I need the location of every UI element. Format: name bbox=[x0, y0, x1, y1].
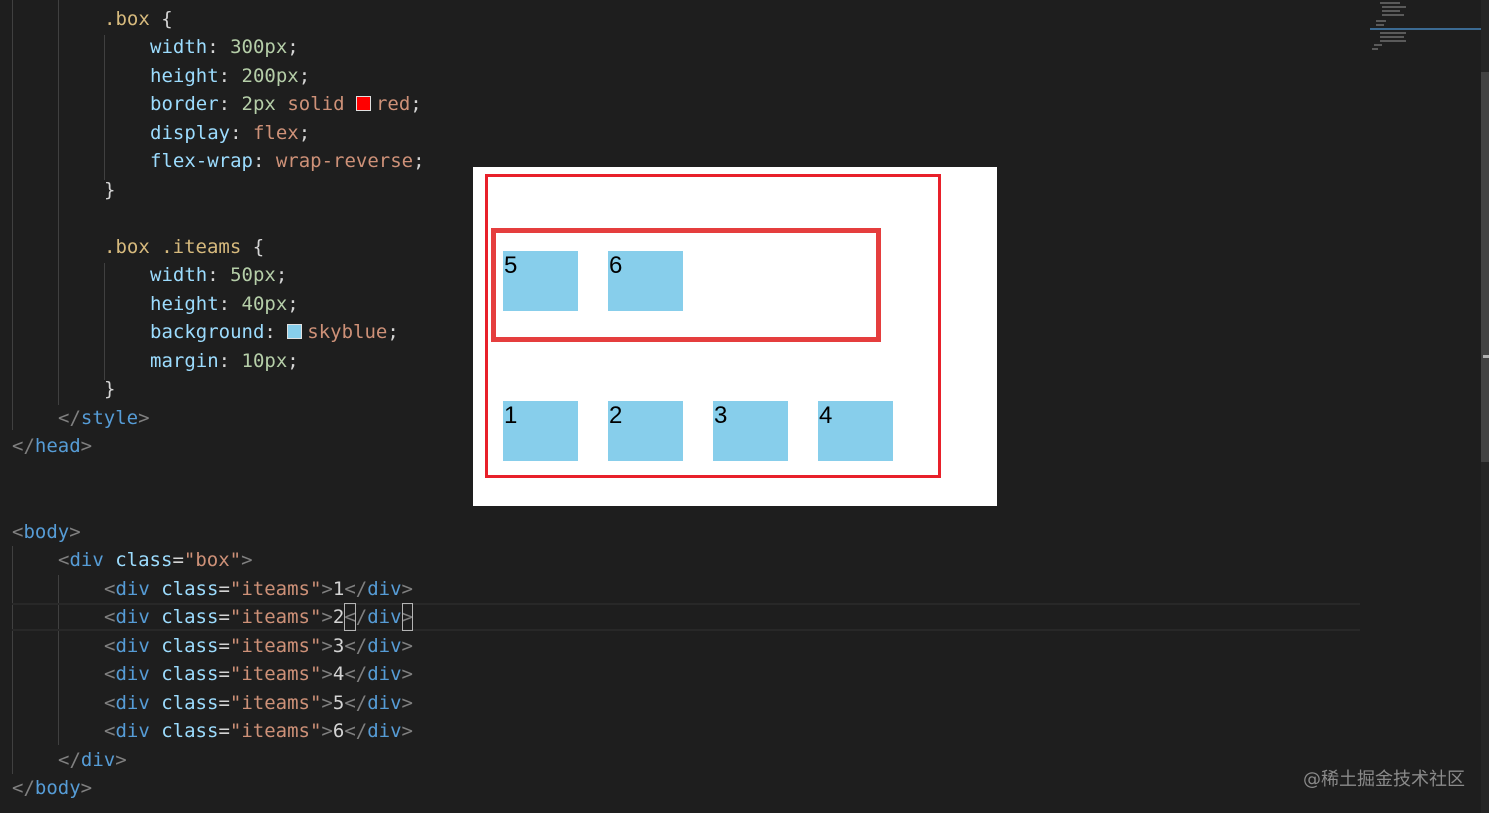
code-line[interactable]: background: skyblue; bbox=[150, 318, 399, 346]
indent-guide bbox=[104, 35, 105, 180]
flex-item: 2 bbox=[608, 401, 683, 461]
flex-item: 4 bbox=[818, 401, 893, 461]
code-line[interactable]: display: flex; bbox=[150, 119, 310, 147]
css-property: display bbox=[150, 122, 231, 144]
css-property: width bbox=[150, 264, 208, 286]
code-line[interactable]: border: 2px solid red; bbox=[150, 90, 422, 118]
brace: { bbox=[252, 236, 265, 258]
flex-item: 5 bbox=[503, 251, 578, 311]
div-text: 6 bbox=[332, 720, 345, 742]
css-property: margin bbox=[150, 350, 219, 372]
code-line[interactable]: } bbox=[104, 375, 115, 403]
css-value: solid bbox=[287, 93, 345, 115]
css-value: 10px bbox=[241, 350, 288, 372]
css-value: 200px bbox=[241, 65, 299, 87]
indent-guide bbox=[12, 0, 13, 430]
brace: { bbox=[161, 8, 173, 30]
code-line[interactable]: .box { bbox=[104, 5, 173, 33]
code-line[interactable]: <div class="iteams">4</div> bbox=[104, 660, 413, 688]
css-property: border bbox=[150, 93, 219, 115]
html-attr: class bbox=[115, 549, 173, 571]
css-property: height bbox=[150, 293, 219, 315]
indent-guide bbox=[58, 0, 59, 405]
code-line[interactable]: .box .iteams { bbox=[104, 233, 264, 261]
div-text: 5 bbox=[332, 692, 345, 714]
code-line[interactable]: <div class="box"> bbox=[58, 546, 253, 574]
flex-item: 1 bbox=[503, 401, 578, 461]
indent-guide bbox=[104, 263, 105, 380]
code-line[interactable]: } bbox=[104, 176, 115, 204]
css-value: 2px bbox=[241, 93, 276, 115]
scrollbar-cursor-marker bbox=[1483, 355, 1489, 358]
flex-item: 6 bbox=[608, 251, 683, 311]
code-line[interactable]: height: 40px; bbox=[150, 290, 299, 318]
css-value: wrap-reverse bbox=[275, 150, 414, 172]
watermark: @稀土掘金技术社区 bbox=[1303, 769, 1465, 790]
code-line[interactable]: width: 300px; bbox=[150, 33, 299, 61]
html-tag: body bbox=[34, 777, 81, 799]
render-preview: 5 6 1 2 3 4 bbox=[473, 167, 997, 506]
css-value: flex bbox=[252, 122, 299, 144]
html-tag: head bbox=[34, 435, 81, 457]
div-text: 3 bbox=[332, 635, 345, 657]
indent-guide bbox=[58, 575, 59, 745]
selector: .box bbox=[104, 8, 150, 30]
color-swatch-skyblue[interactable] bbox=[287, 324, 303, 339]
color-swatch-red[interactable] bbox=[355, 96, 371, 111]
html-tag: div bbox=[69, 549, 104, 571]
code-line[interactable]: margin: 10px; bbox=[150, 347, 299, 375]
css-value: 300px bbox=[230, 36, 288, 58]
code-line[interactable]: </body> bbox=[12, 774, 92, 802]
css-property: background bbox=[150, 321, 265, 343]
brace: } bbox=[104, 179, 116, 201]
css-property: flex-wrap bbox=[150, 150, 253, 172]
bracket-match: < bbox=[344, 603, 356, 631]
code-line[interactable]: <div class="iteams">3</div> bbox=[104, 632, 413, 660]
div-text: 2 bbox=[332, 606, 345, 628]
code-line[interactable]: <div class="iteams">5</div> bbox=[104, 689, 413, 717]
html-tag: style bbox=[80, 407, 139, 429]
code-line[interactable]: </style> bbox=[58, 404, 150, 432]
code-line[interactable]: <div class="iteams">1</div> bbox=[104, 575, 413, 603]
code-line[interactable]: </head> bbox=[12, 432, 92, 460]
selector: .iteams bbox=[161, 236, 242, 258]
code-line[interactable]: <body> bbox=[12, 518, 81, 546]
css-property: width bbox=[150, 36, 208, 58]
bracket-match: > bbox=[401, 603, 413, 631]
css-value: 40px bbox=[241, 293, 288, 315]
code-line-active[interactable]: <div class="iteams">2</div> bbox=[104, 603, 413, 631]
css-value: 50px bbox=[230, 264, 276, 286]
scrollbar-thumb[interactable] bbox=[1481, 72, 1489, 462]
code-line[interactable]: </div> bbox=[58, 746, 127, 774]
code-line[interactable]: <div class="iteams">6</div> bbox=[104, 717, 413, 745]
flex-item: 3 bbox=[713, 401, 788, 461]
minimap-viewport bbox=[1370, 28, 1481, 30]
minimap[interactable] bbox=[1370, 0, 1481, 813]
code-line[interactable]: width: 50px; bbox=[150, 261, 287, 289]
css-value: skyblue bbox=[307, 321, 388, 343]
attr-value: "box" bbox=[183, 549, 242, 571]
css-value: red bbox=[375, 93, 411, 115]
html-tag: body bbox=[23, 521, 70, 543]
selector: .box bbox=[104, 236, 150, 258]
code-line[interactable]: height: 200px; bbox=[150, 62, 310, 90]
div-text: 4 bbox=[332, 663, 345, 685]
indent-guide bbox=[12, 546, 13, 774]
code-line[interactable]: flex-wrap: wrap-reverse; bbox=[150, 147, 425, 175]
brace: } bbox=[104, 378, 116, 400]
div-text: 1 bbox=[332, 578, 345, 600]
css-property: height bbox=[150, 65, 219, 87]
